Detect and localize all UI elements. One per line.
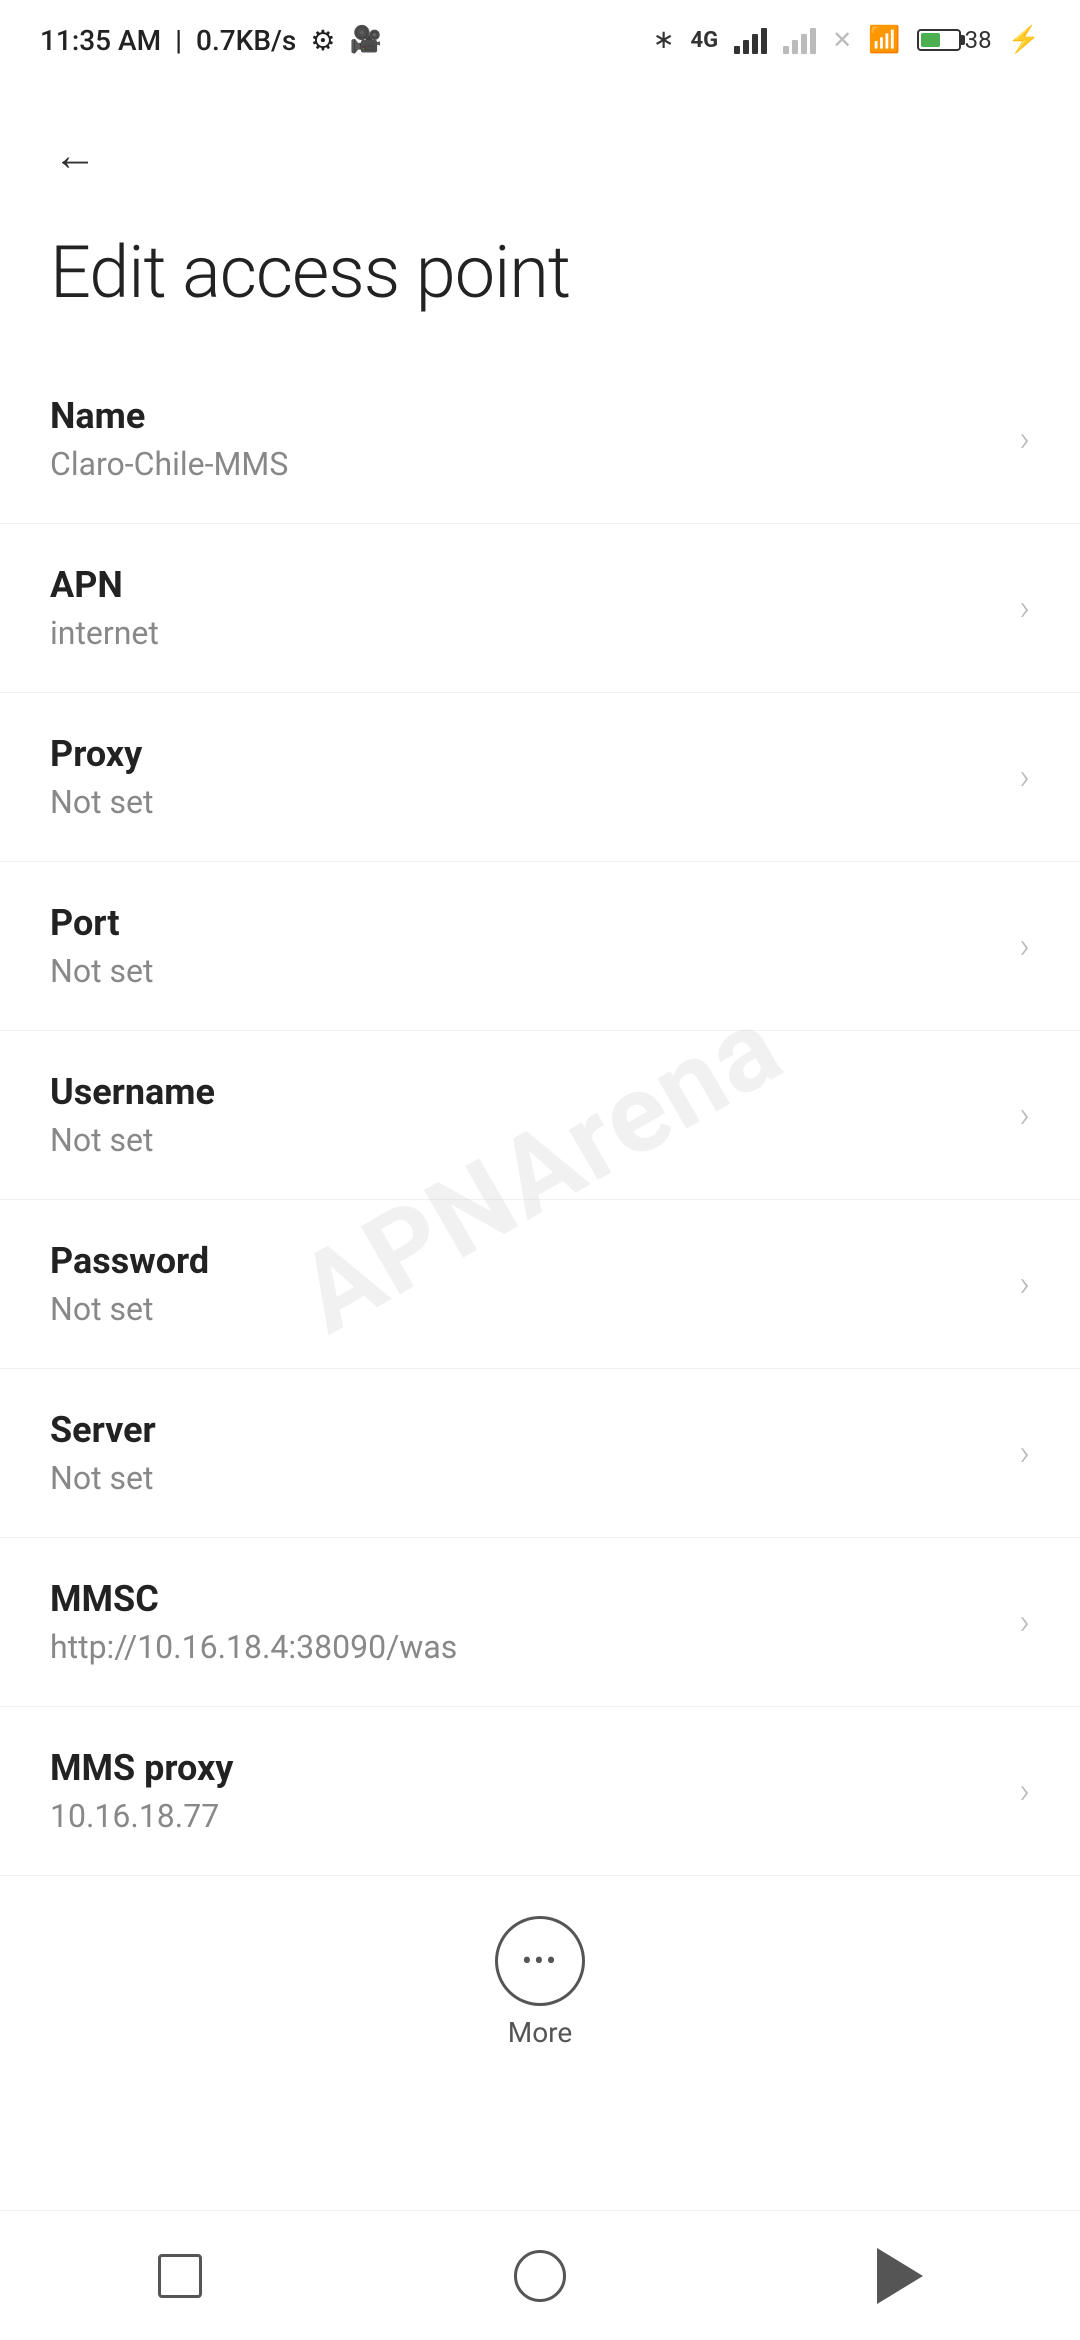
more-button[interactable]: ••• — [495, 1916, 585, 2006]
battery-indicator: 38 — [917, 26, 992, 54]
setting-port-label: Port — [50, 902, 999, 944]
setting-mms-proxy-content: MMS proxy 10.16.18.77 — [50, 1747, 999, 1835]
setting-password[interactable]: Password Not set › — [0, 1200, 1080, 1369]
camera-icon: 🎥 — [349, 25, 381, 55]
setting-port-content: Port Not set — [50, 902, 999, 990]
setting-apn-value: internet — [50, 614, 999, 652]
setting-mms-proxy-value: 10.16.18.77 — [50, 1797, 999, 1835]
chevron-icon: › — [1019, 1263, 1030, 1305]
circle-icon — [514, 2250, 566, 2302]
setting-username-label: Username — [50, 1071, 999, 1113]
network-speed: 0.7KB/s — [196, 24, 296, 57]
recent-apps-button[interactable] — [130, 2226, 230, 2326]
setting-mms-proxy[interactable]: MMS proxy 10.16.18.77 › — [0, 1707, 1080, 1876]
chevron-icon: › — [1019, 756, 1030, 798]
more-label: More — [508, 2016, 573, 2049]
wifi-icon: 📶 — [868, 25, 900, 55]
chevron-icon: › — [1019, 925, 1030, 967]
separator: | — [175, 24, 182, 57]
setting-name-label: Name — [50, 395, 999, 437]
setting-server[interactable]: Server Not set › — [0, 1369, 1080, 1538]
setting-port[interactable]: Port Not set › — [0, 862, 1080, 1031]
setting-username[interactable]: Username Not set › — [0, 1031, 1080, 1200]
more-area[interactable]: ••• More — [0, 1876, 1080, 2079]
setting-mms-proxy-label: MMS proxy — [50, 1747, 999, 1789]
setting-name-content: Name Claro-Chile-MMS — [50, 395, 999, 483]
settings-icon: ⚙ — [310, 24, 335, 57]
setting-port-value: Not set — [50, 952, 999, 990]
time-display: 11:35 AM — [40, 24, 161, 57]
chevron-icon: › — [1019, 418, 1030, 460]
setting-proxy-label: Proxy — [50, 733, 999, 775]
setting-proxy-value: Not set — [50, 783, 999, 821]
setting-server-value: Not set — [50, 1459, 999, 1497]
setting-name[interactable]: Name Claro-Chile-MMS › — [0, 355, 1080, 524]
setting-server-content: Server Not set — [50, 1409, 999, 1497]
back-arrow-icon: ← — [53, 133, 97, 177]
signal-bars-1 — [734, 26, 767, 54]
signal-bars-2 — [783, 26, 816, 54]
settings-list: Name Claro-Chile-MMS › APN internet › Pr… — [0, 355, 1080, 1876]
setting-mmsc-content: MMSC http://10.16.18.4:38090/was — [50, 1578, 999, 1666]
home-button[interactable] — [490, 2226, 590, 2326]
status-bar: 11:35 AM | 0.7KB/s ⚙ 🎥 ∗ 4G ✕ 📶 38 — [0, 0, 1080, 80]
setting-password-value: Not set — [50, 1290, 999, 1328]
setting-apn-content: APN internet — [50, 564, 999, 652]
chevron-icon: › — [1019, 1770, 1030, 1812]
page-title: Edit access point — [0, 210, 1080, 355]
charging-icon: ⚡ — [1008, 25, 1040, 55]
chevron-icon: › — [1019, 1432, 1030, 1474]
network-4g-icon: 4G — [691, 28, 719, 53]
setting-mmsc-label: MMSC — [50, 1578, 999, 1620]
setting-username-value: Not set — [50, 1121, 999, 1159]
chevron-icon: › — [1019, 587, 1030, 629]
setting-proxy-content: Proxy Not set — [50, 733, 999, 821]
back-nav-button[interactable] — [850, 2226, 950, 2326]
status-icons: ∗ 4G ✕ 📶 38 ⚡ — [653, 25, 1040, 55]
no-signal-icon: ✕ — [832, 26, 852, 54]
chevron-icon: › — [1019, 1601, 1030, 1643]
setting-password-content: Password Not set — [50, 1240, 999, 1328]
setting-mmsc[interactable]: MMSC http://10.16.18.4:38090/was › — [0, 1538, 1080, 1707]
back-button[interactable]: ← — [40, 120, 110, 190]
bluetooth-icon: ∗ — [653, 25, 675, 55]
battery-percent: 38 — [965, 26, 992, 54]
setting-apn-label: APN — [50, 564, 999, 606]
square-icon — [158, 2254, 202, 2298]
setting-mmsc-value: http://10.16.18.4:38090/was — [50, 1628, 999, 1666]
navigation-bar — [0, 2210, 1080, 2340]
setting-username-content: Username Not set — [50, 1071, 999, 1159]
setting-apn[interactable]: APN internet › — [0, 524, 1080, 693]
setting-proxy[interactable]: Proxy Not set › — [0, 693, 1080, 862]
setting-password-label: Password — [50, 1240, 999, 1282]
setting-server-label: Server — [50, 1409, 999, 1451]
status-time-speed: 11:35 AM | 0.7KB/s ⚙ 🎥 — [40, 24, 382, 57]
back-area[interactable]: ← — [0, 80, 1080, 210]
triangle-icon — [877, 2248, 923, 2304]
more-dots-icon: ••• — [522, 1944, 558, 1979]
chevron-icon: › — [1019, 1094, 1030, 1136]
setting-name-value: Claro-Chile-MMS — [50, 445, 999, 483]
